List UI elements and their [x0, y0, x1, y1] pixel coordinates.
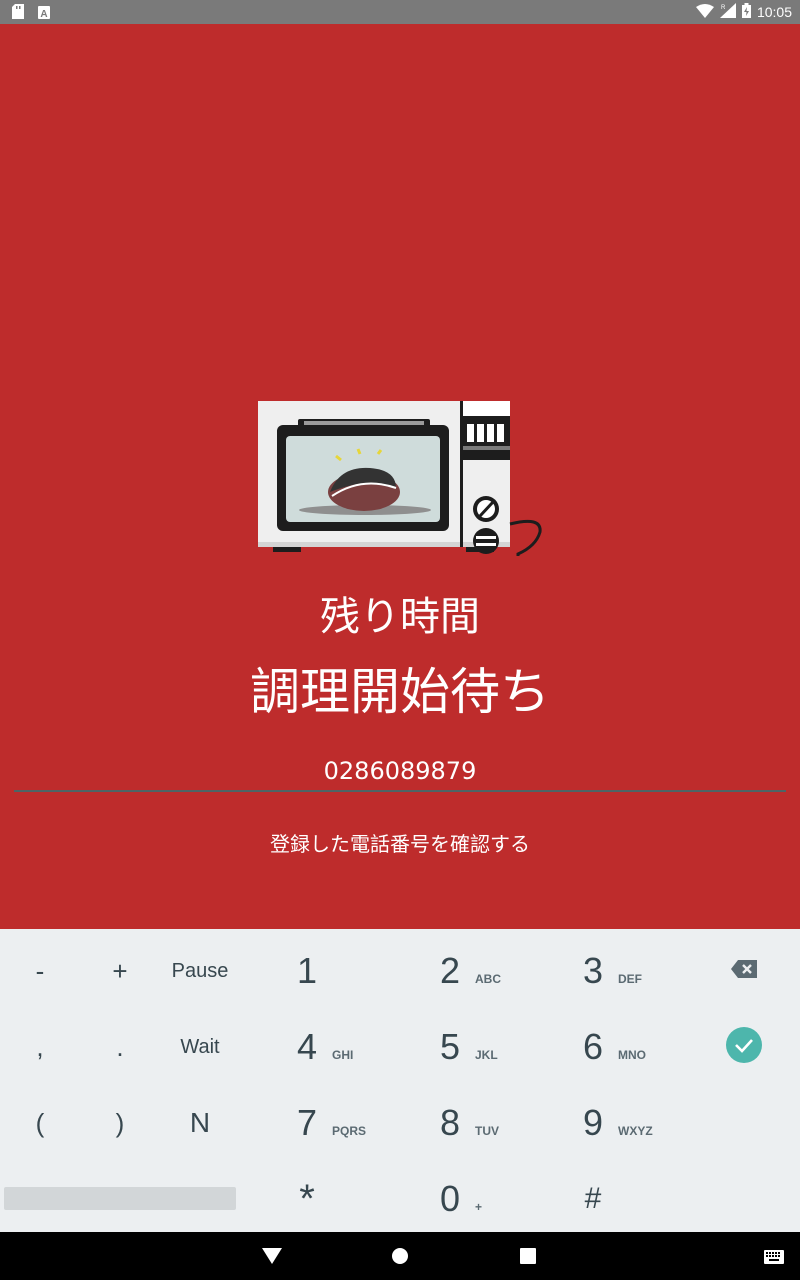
main-content: 残り時間 調理開始待ち 0286089879 登録した電話番号を確認する — [0, 24, 800, 929]
key-digit: 9 — [582, 1102, 604, 1143]
key-n[interactable]: N — [160, 1085, 240, 1161]
key-digit: 7 — [296, 1102, 318, 1143]
back-icon[interactable] — [262, 1248, 282, 1268]
key-letters: GHI — [332, 1048, 354, 1062]
key-letters: TUV — [475, 1124, 499, 1138]
key-letters: JKL — [475, 1048, 498, 1062]
keyboard-switch-icon[interactable] — [764, 1249, 784, 1268]
backspace-button[interactable] — [704, 933, 784, 1009]
key-letters: MNO — [618, 1048, 646, 1062]
backspace-icon — [731, 959, 757, 983]
numeric-keyboard: - + Pause , . Wait ( ) N 1 2 ABC 3 DEF 4… — [0, 929, 800, 1232]
confirm-phone-link[interactable]: 登録した電話番号を確認する — [0, 828, 800, 857]
key-digit: 8 — [439, 1102, 461, 1143]
key-letters: + — [475, 1200, 483, 1214]
key-close-paren[interactable]: ) — [80, 1085, 160, 1161]
key-4[interactable]: 4 GHI — [270, 1009, 413, 1085]
navigation-bar — [0, 1232, 800, 1280]
signal-icon: R — [719, 3, 736, 21]
key-digit: 4 — [296, 1026, 318, 1067]
key-6[interactable]: 6 MNO — [556, 1009, 699, 1085]
key-digit: 5 — [439, 1026, 461, 1067]
key-7[interactable]: 7 PQRS — [270, 1085, 413, 1161]
key-pause[interactable]: Pause — [160, 933, 240, 1009]
key-letters: DEF — [618, 972, 642, 986]
svg-text:R: R — [721, 5, 726, 11]
key-2[interactable]: 2 ABC — [413, 933, 556, 1009]
svg-text:A: A — [40, 9, 47, 19]
key-digit: 2 — [439, 950, 461, 991]
key-period[interactable]: . — [80, 1009, 160, 1085]
key-3[interactable]: 3 DEF — [556, 933, 699, 1009]
key-minus[interactable]: - — [0, 933, 80, 1009]
cooking-status-text: 調理開始待ち — [250, 663, 550, 721]
done-check-icon — [726, 1026, 762, 1068]
recents-icon[interactable] — [520, 1248, 536, 1268]
key-letters: ABC — [475, 972, 501, 986]
key-wait[interactable]: Wait — [160, 1009, 240, 1085]
key-comma[interactable]: , — [0, 1009, 80, 1085]
key-8[interactable]: 8 TUV — [413, 1085, 556, 1161]
clock: 10:05 — [756, 4, 792, 20]
key-digit: * — [299, 1176, 315, 1221]
key-star[interactable]: * — [270, 1161, 413, 1237]
key-plus[interactable]: + — [80, 933, 160, 1009]
key-0[interactable]: 0 + — [413, 1161, 556, 1237]
key-letters: PQRS — [332, 1124, 367, 1138]
key-digit: 3 — [582, 950, 604, 991]
spacebar[interactable] — [4, 1187, 236, 1210]
battery-charging-icon — [741, 3, 751, 21]
key-digit: 1 — [296, 950, 318, 991]
wifi-icon — [695, 3, 714, 21]
key-digit: 6 — [582, 1026, 604, 1067]
home-icon[interactable] — [391, 1247, 409, 1269]
key-digit: 0 — [439, 1178, 461, 1219]
phone-number-input[interactable]: 0286089879 — [14, 752, 786, 792]
key-digit: # — [584, 1182, 602, 1215]
key-hash[interactable]: # — [556, 1161, 699, 1237]
key-letters: WXYZ — [618, 1124, 653, 1138]
done-button[interactable] — [704, 1009, 784, 1085]
text-a-icon: A — [38, 4, 50, 23]
key-5[interactable]: 5 JKL — [413, 1009, 556, 1085]
remaining-time-label: 残り時間 — [320, 594, 480, 640]
key-open-paren[interactable]: ( — [0, 1085, 80, 1161]
status-bar: A R 10:05 — [0, 0, 800, 24]
key-9[interactable]: 9 WXYZ — [556, 1085, 699, 1161]
sd-card-icon — [12, 4, 24, 23]
key-1[interactable]: 1 — [270, 933, 413, 1009]
microwave-oven-illustration — [250, 396, 550, 576]
